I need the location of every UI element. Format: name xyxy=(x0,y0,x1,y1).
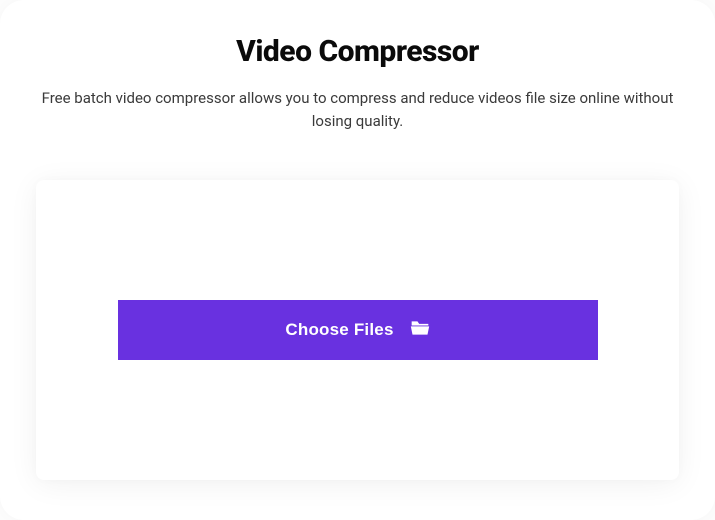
choose-files-button[interactable]: Choose Files xyxy=(118,300,598,360)
upload-card: Choose Files xyxy=(36,180,679,480)
page-title: Video Compressor xyxy=(236,34,479,69)
folder-icon xyxy=(410,319,430,342)
page-subtitle: Free batch video compressor allows you t… xyxy=(38,87,678,132)
main-container: Video Compressor Free batch video compre… xyxy=(0,0,715,520)
choose-files-label: Choose Files xyxy=(285,320,393,340)
